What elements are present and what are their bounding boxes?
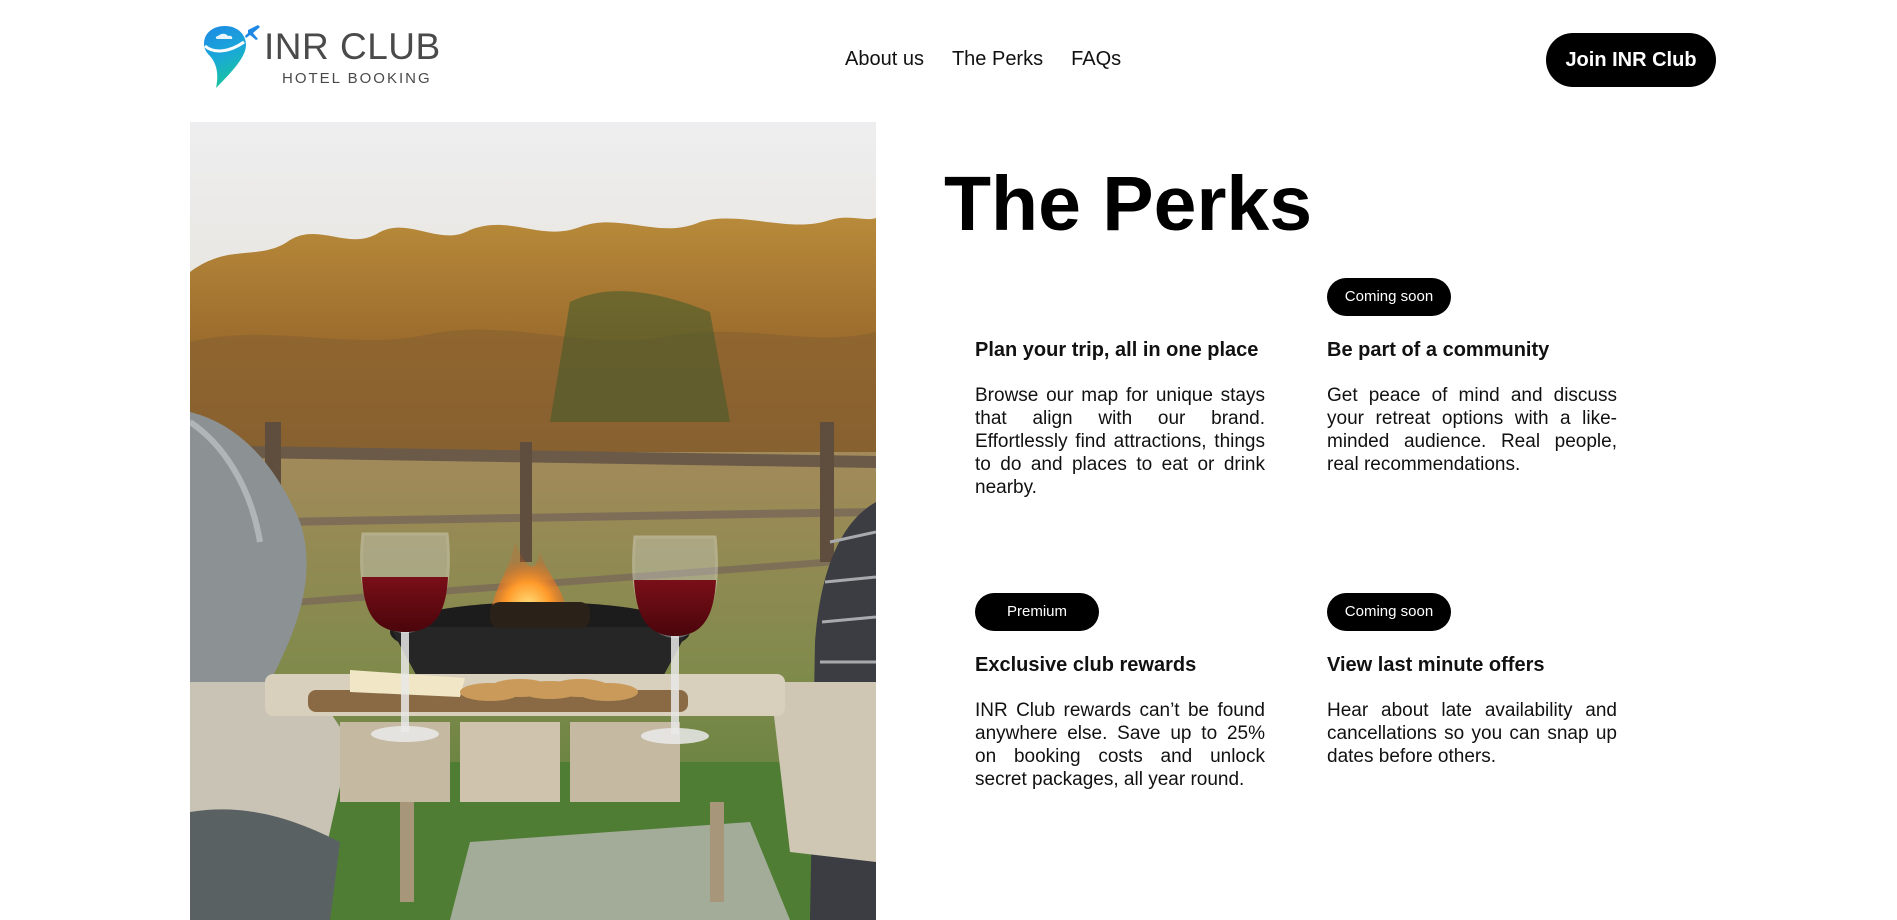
perk-description: INR Club rewards can’t be found anywhere…	[975, 700, 1265, 790]
hero-image	[190, 122, 876, 920]
plane-pin-icon	[204, 25, 260, 88]
nav-link-the-perks[interactable]: The Perks	[952, 46, 1043, 72]
perk-title: Exclusive club rewards	[975, 654, 1197, 676]
perk-description: Browse our map for unique stays that ali…	[975, 385, 1265, 498]
main-nav: About us The Perks FAQs	[845, 46, 1121, 72]
perks-title: The Perks	[944, 161, 1313, 247]
perk-description: Hear about late availability and cancell…	[1327, 700, 1617, 767]
site-header: INR CLUB HOTEL BOOKING About us The Perk…	[0, 0, 1897, 122]
perk-title: Plan your trip, all in one place	[975, 339, 1259, 361]
status-badge: Coming soon	[1327, 278, 1451, 316]
nav-link-faqs[interactable]: FAQs	[1071, 46, 1121, 72]
brand-tagline: HOTEL BOOKING	[282, 70, 432, 87]
status-badge: Coming soon	[1327, 593, 1451, 631]
brand-logo[interactable]: INR CLUB HOTEL BOOKING	[200, 24, 440, 90]
hero-illustration	[190, 122, 876, 920]
perk-title: View last minute offers	[1327, 654, 1545, 676]
status-badge: Premium	[975, 593, 1099, 631]
perk-title: Be part of a community	[1327, 339, 1550, 361]
perk-description: Get peace of mind and discuss your retre…	[1327, 385, 1617, 475]
join-club-button[interactable]: Join INR Club	[1546, 33, 1716, 87]
brand-name: INR CLUB	[264, 26, 441, 67]
nav-link-about-us[interactable]: About us	[845, 46, 924, 72]
